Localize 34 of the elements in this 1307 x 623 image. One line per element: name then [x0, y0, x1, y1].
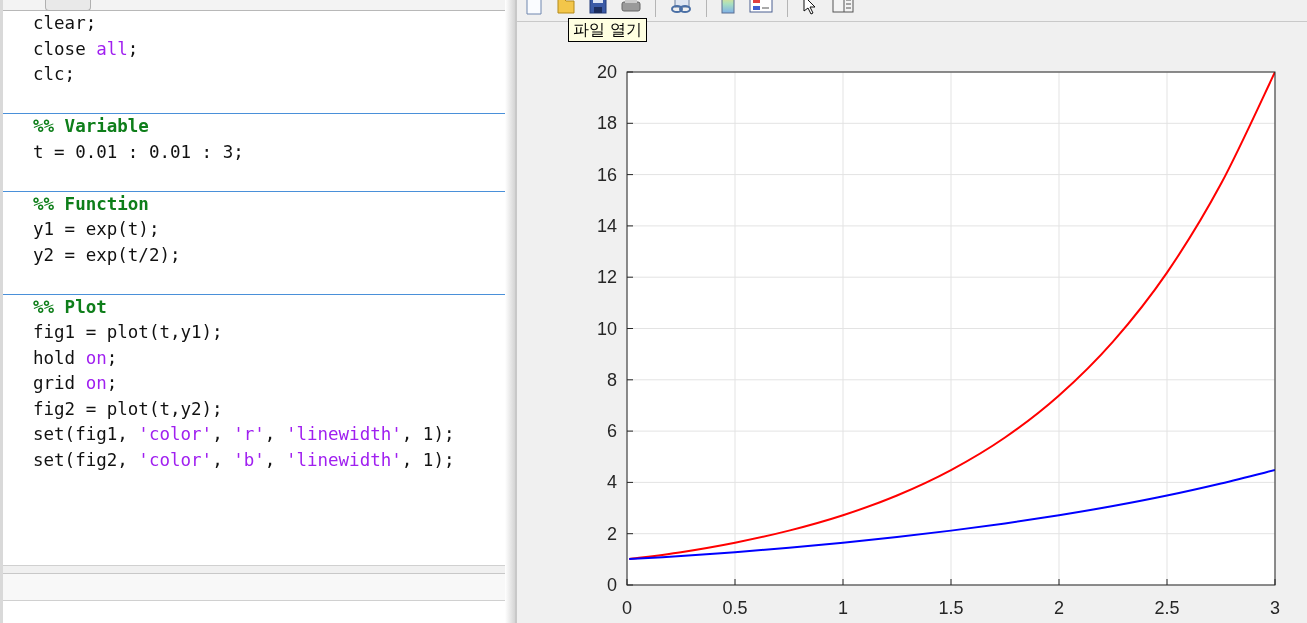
code-line: fig1 = plot(t,y1); — [32, 321, 223, 344]
y-tick-label: 4 — [607, 472, 617, 493]
code-line: %% Plot — [32, 295, 107, 319]
code-line: set(fig1, 'color', 'r', 'linewidth', 1); — [32, 423, 455, 446]
code-line: %% Function — [32, 192, 149, 216]
code-line: clear; — [32, 12, 97, 35]
x-tick-label: 1.5 — [938, 598, 964, 618]
code-line: grid on; — [32, 372, 118, 395]
tooltip: 파일 열기 — [568, 18, 648, 42]
y-tick-label: 18 — [596, 113, 617, 134]
y-tick-label: 0 — [607, 575, 617, 595]
code-line: %% Variable — [32, 115, 149, 138]
y-tick-label: 6 — [607, 421, 617, 442]
code-line: set(fig2, 'color', 'b', 'linewidth', 1); — [32, 448, 455, 472]
x-tick-label: 1 — [838, 598, 848, 618]
x-tick-label: 2 — [1054, 598, 1064, 618]
y-tick-label: 14 — [596, 215, 617, 236]
x-tick-label: 0 — [622, 598, 632, 618]
code-line: hold on; — [32, 346, 118, 370]
code-line: close all; — [32, 37, 139, 61]
code-line: fig2 = plot(t,y2); — [32, 397, 223, 421]
y-tick-label: 8 — [607, 369, 617, 390]
code-line: y1 = exp(t); — [32, 218, 160, 241]
code-line: t = 0.01 : 0.01 : 3; — [32, 140, 244, 164]
code-line: clc; — [32, 63, 76, 86]
y-tick-label: 10 — [596, 318, 617, 339]
code-line: y2 = exp(t/2); — [32, 243, 181, 267]
y-tick-label: 2 — [607, 523, 617, 544]
y-tick-label: 12 — [596, 267, 617, 288]
y-tick-label: 20 — [596, 62, 617, 82]
x-tick-label: 3 — [1270, 598, 1280, 618]
y-tick-label: 16 — [596, 164, 617, 185]
x-tick-label: 2.5 — [1154, 598, 1180, 618]
x-tick-label: 0.5 — [722, 598, 748, 618]
